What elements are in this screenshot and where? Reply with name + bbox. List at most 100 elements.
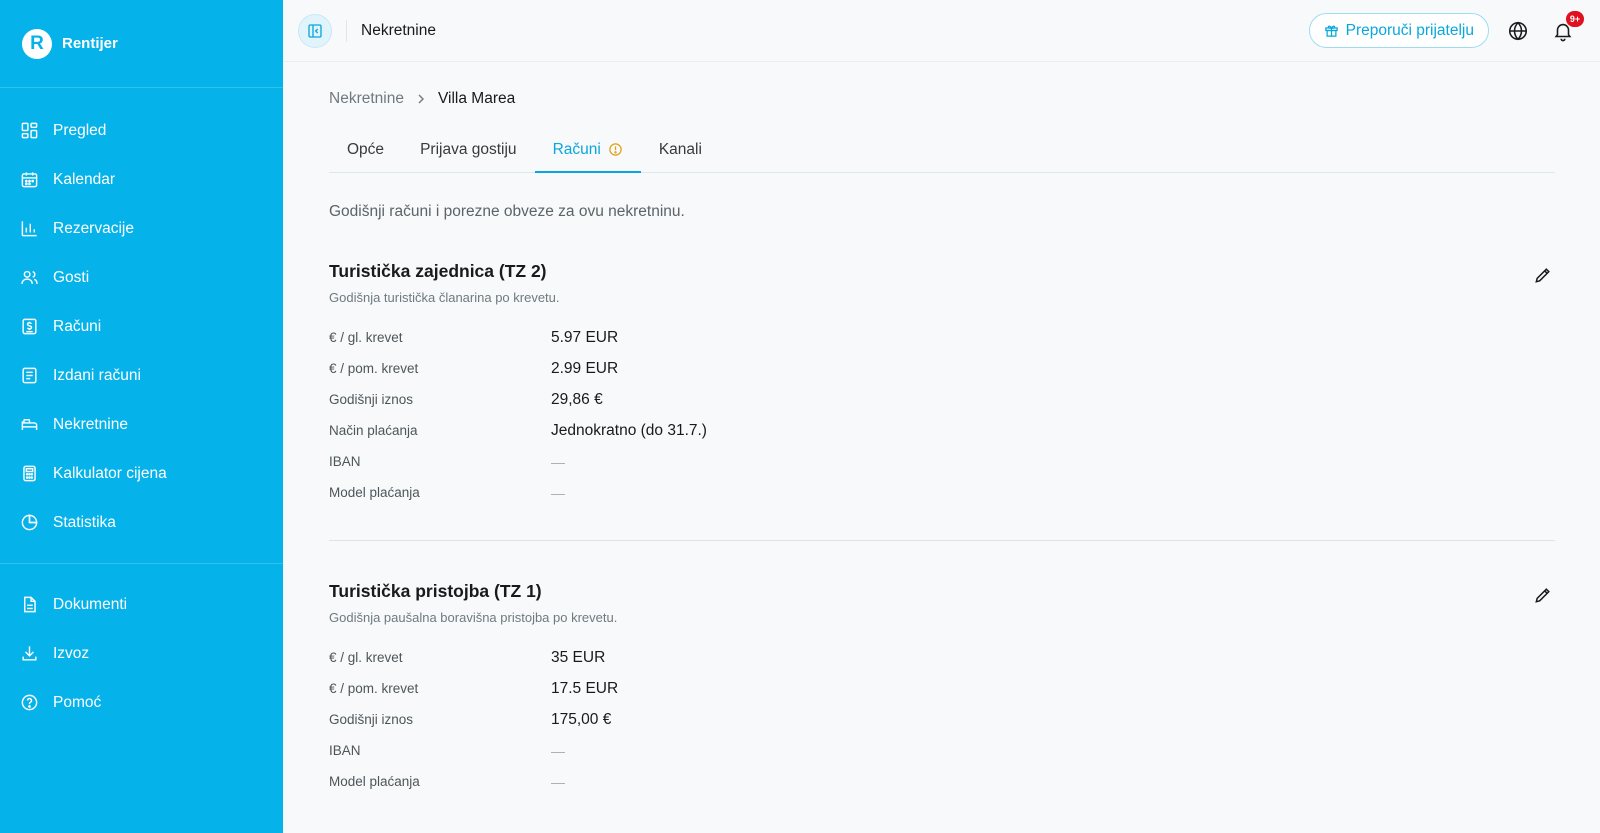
breadcrumb-current: Villa Marea — [437, 90, 516, 107]
grid-icon — [21, 122, 38, 139]
sidebar-item-label: Rezervacije — [53, 219, 134, 237]
sidebar-item-label: Izvoz — [53, 644, 90, 662]
row-value: — — [551, 453, 565, 470]
breadcrumb-parent[interactable]: Nekretnine — [329, 90, 404, 108]
chevron-right-icon — [418, 94, 424, 104]
section-subtitle: Godišnja turistička članarina po krevetu… — [329, 290, 560, 305]
row-value: — — [551, 484, 565, 501]
main-content: Nekretnine Villa Marea Opće Prijava gost… — [329, 62, 1555, 833]
section-title: Turistička zajednica (TZ 2) — [329, 261, 547, 281]
row-label: Godišnji iznos — [329, 392, 414, 407]
header-actions: Preporuči prijatelju 9+ — [1308, 10, 1600, 48]
sidebar-item-rezervacije[interactable]: Rezervacije — [0, 204, 283, 253]
detail-row: Godišnji iznos 29,86 € — [329, 384, 1555, 415]
sidebar-item-racuni[interactable]: Računi — [0, 302, 283, 351]
edit-pencil-icon[interactable] — [1533, 265, 1553, 285]
sidebar-item-izdani-racuni[interactable]: Izdani računi — [0, 351, 283, 400]
row-value: 175,00 € — [551, 710, 612, 728]
row-value: Jednokratno (do 31.7.) — [551, 421, 707, 439]
notifications-button[interactable]: 9+ — [1552, 10, 1584, 42]
sidebar-item-label: Nekretnine — [53, 415, 128, 433]
row-label: Model plaćanja — [329, 774, 420, 789]
calendar-icon — [21, 172, 38, 188]
tab-label: Opće — [347, 141, 385, 158]
detail-row: € / pom. krevet 2.99 EUR — [329, 353, 1555, 384]
collapse-sidebar-button[interactable] — [298, 13, 332, 48]
intro-text: Godišnji računi i porezne obveze za ovu … — [329, 203, 685, 220]
detail-row: € / gl. krevet 35 EUR — [329, 642, 1555, 673]
bar-chart-icon — [21, 221, 37, 237]
tab-label: Prijava gostiju — [420, 141, 517, 158]
sidebar-nav: Pregled Kalendar Rezervacije Gosti Račun… — [0, 88, 283, 727]
pie-chart-icon — [21, 514, 38, 531]
brand-logo: R — [22, 28, 52, 59]
sidebar-item-kalkulator-cijena[interactable]: Kalkulator cijena — [0, 449, 283, 498]
brand-name: Rentijer — [62, 35, 118, 52]
tab-bar: Opće Prijava gostiju Računi Kanali — [329, 128, 1555, 173]
detail-row: € / gl. krevet 5.97 EUR — [329, 322, 1555, 353]
detail-row: € / pom. krevet 17.5 EUR — [329, 673, 1555, 704]
download-icon — [22, 646, 37, 661]
receipt-icon — [22, 318, 37, 335]
row-label: Način plaćanja — [329, 423, 418, 438]
detail-rows: € / gl. krevet 5.97 EUR € / pom. krevet 2.… — [329, 322, 1555, 508]
sidebar-item-label: Dokumenti — [53, 595, 128, 613]
brand[interactable]: R Rentijer — [0, 0, 283, 88]
row-label: € / gl. krevet — [329, 650, 403, 665]
row-label: Godišnji iznos — [329, 712, 414, 727]
detail-rows: € / gl. krevet 35 EUR € / pom. krevet 17.5… — [329, 642, 1555, 797]
tab-label: Kanali — [658, 141, 702, 158]
sidebar-item-gosti[interactable]: Gosti — [0, 253, 283, 302]
page-title: Nekretnine — [361, 21, 436, 39]
row-label: IBAN — [329, 743, 361, 758]
detail-row: Model plaćanja — — [329, 477, 1555, 508]
globe-icon[interactable] — [1507, 20, 1529, 42]
refer-friend-button[interactable]: Preporuči prijatelju — [1308, 13, 1489, 48]
sidebar-collapse-icon — [308, 23, 322, 38]
tab-opce[interactable]: Opće — [329, 128, 402, 172]
detail-row: IBAN — — [329, 446, 1555, 477]
sidebar-item-pomoc[interactable]: Pomoć — [0, 678, 283, 727]
detail-row: Godišnji iznos 175,00 € — [329, 704, 1555, 735]
help-icon — [21, 694, 38, 711]
tab-prijava-gostiju[interactable]: Prijava gostiju — [402, 128, 535, 172]
section-tz1: Turistička pristojba (TZ 1) Godišnja pau… — [329, 581, 1555, 833]
row-value: — — [551, 773, 565, 790]
sidebar-item-izvoz[interactable]: Izvoz — [0, 629, 283, 678]
header-divider — [346, 19, 347, 42]
sidebar-item-label: Pomoć — [53, 693, 102, 711]
sidebar-item-label: Računi — [53, 317, 102, 335]
sidebar-item-label: Gosti — [53, 268, 90, 286]
row-label: Model plaćanja — [329, 485, 420, 500]
sidebar-item-label: Kalendar — [53, 170, 116, 188]
sidebar-item-label: Statistika — [53, 513, 116, 531]
row-value: 29,86 € — [551, 390, 603, 408]
section-tz2: Turistička zajednica (TZ 2) Godišnja tur… — [329, 261, 1555, 541]
sidebar-item-nekretnine[interactable]: Nekretnine — [0, 400, 283, 449]
detail-row: Model plaćanja — — [329, 766, 1555, 797]
tab-kanali[interactable]: Kanali — [641, 128, 720, 172]
sidebar-divider — [0, 563, 283, 564]
row-value: 17.5 EUR — [551, 679, 619, 697]
row-label: € / gl. krevet — [329, 330, 403, 345]
edit-pencil-icon[interactable] — [1533, 585, 1553, 605]
row-value: 35 EUR — [551, 648, 606, 666]
detail-row: IBAN — — [329, 735, 1555, 766]
sidebar-item-label: Izdani računi — [53, 366, 141, 384]
sidebar-item-dokumenti[interactable]: Dokumenti — [0, 580, 283, 629]
sidebar-item-pregled[interactable]: Pregled — [0, 106, 283, 155]
sidebar-item-label: Kalkulator cijena — [53, 464, 167, 482]
document-list-icon — [22, 367, 37, 384]
row-label: IBAN — [329, 454, 361, 469]
row-label: € / pom. krevet — [329, 681, 419, 696]
row-value: — — [551, 742, 565, 759]
file-icon — [24, 596, 36, 613]
section-title: Turistička pristojba (TZ 1) — [329, 581, 542, 601]
row-value: 5.97 EUR — [551, 328, 619, 346]
detail-row: Način plaćanja Jednokratno (do 31.7.) — [329, 415, 1555, 446]
sidebar-item-statistika[interactable]: Statistika — [0, 498, 283, 547]
section-subtitle: Godišnja paušalna boravišna pristojba po… — [329, 610, 618, 625]
row-label: € / pom. krevet — [329, 361, 419, 376]
sidebar-item-kalendar[interactable]: Kalendar — [0, 155, 283, 204]
tab-racuni[interactable]: Računi — [534, 128, 641, 173]
